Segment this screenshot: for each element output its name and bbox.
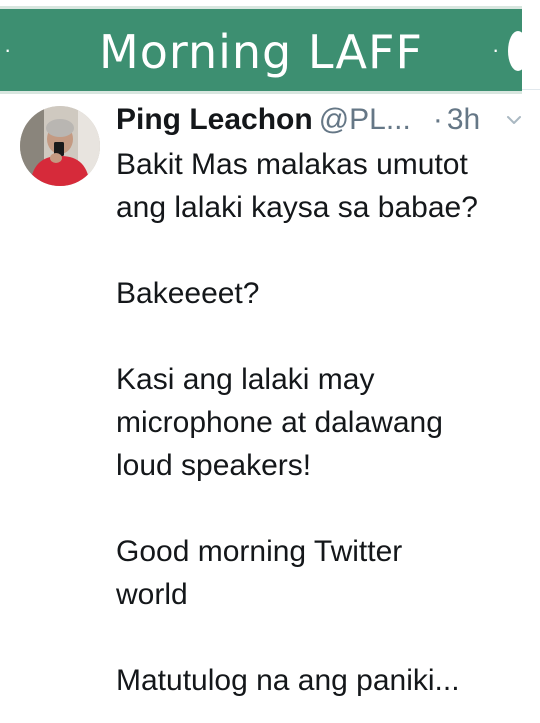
profile-photo-icon bbox=[20, 106, 100, 186]
tweet-line: microphone at dalawang bbox=[116, 406, 443, 439]
banner-ornament-right: · bbox=[492, 37, 500, 62]
tweet-line: Bakeeeet? bbox=[116, 277, 260, 310]
tweet-paragraph: Kasi ang lalaki may microphone at dalawa… bbox=[116, 358, 531, 487]
chevron-down-icon[interactable] bbox=[506, 114, 522, 126]
tweet-line: Good morning Twitter bbox=[116, 535, 403, 568]
banner-title: Morning LAFF bbox=[99, 25, 423, 79]
author-handle[interactable]: @PL... bbox=[319, 103, 411, 136]
tweet-paragraph: Matutulog na ang paniki... bbox=[116, 659, 531, 702]
tweet-text: Bakit Mas malakas umutot ang lalaki kays… bbox=[116, 143, 531, 702]
header-banner: · Morning LAFF · bbox=[0, 6, 522, 94]
tweet-paragraph: Bakit Mas malakas umutot ang lalaki kays… bbox=[116, 143, 531, 229]
tweet-header: Ping Leachon @PL... · 3h bbox=[116, 100, 526, 140]
separator-dot: · bbox=[432, 103, 443, 136]
tweet-line: loud speakers! bbox=[116, 449, 312, 482]
tweet-line: Matutulog na ang paniki... bbox=[116, 664, 460, 697]
divider bbox=[522, 89, 540, 90]
tweet-line: Kasi ang lalaki may bbox=[116, 363, 375, 396]
tweet-line: world bbox=[116, 578, 188, 611]
avatar[interactable] bbox=[20, 106, 100, 186]
tweet-paragraph: Good morning Twitter world bbox=[116, 530, 531, 616]
tweet-line: Bakit Mas malakas umutot bbox=[116, 148, 468, 181]
tweet-line: ang lalaki kaysa sa babae? bbox=[116, 191, 478, 224]
tweet-screenshot: · Morning LAFF · Ping Leachon @PL... · 3h B… bbox=[0, 0, 540, 723]
banner-notch bbox=[508, 31, 522, 71]
tweet-timestamp[interactable]: 3h bbox=[447, 103, 480, 136]
tweet-paragraph: Bakeeeet? bbox=[116, 272, 531, 315]
author-display-name[interactable]: Ping Leachon bbox=[116, 103, 313, 136]
